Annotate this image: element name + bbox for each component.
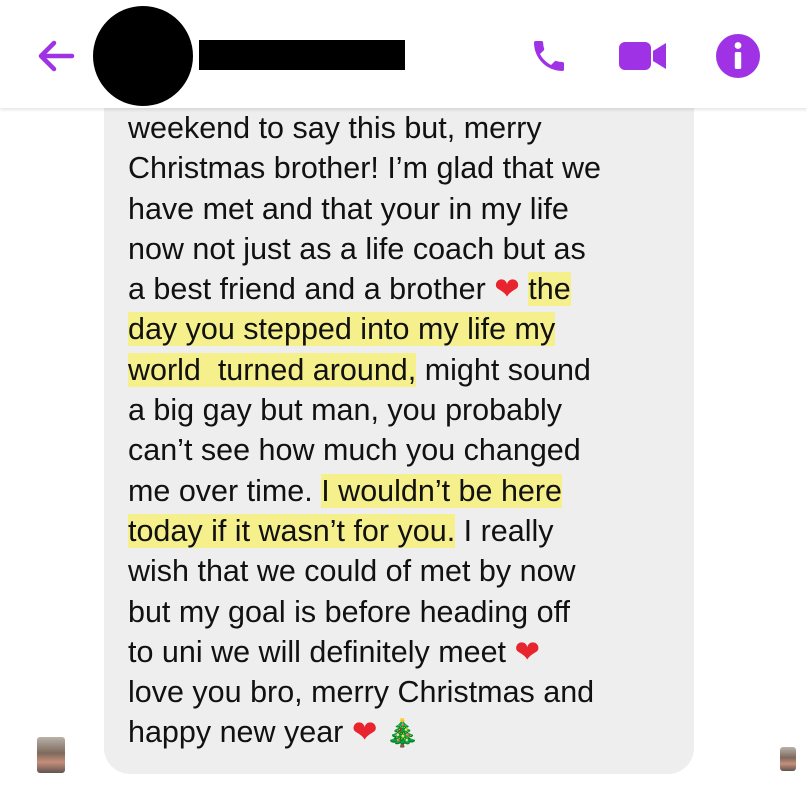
contact-avatar-redacted[interactable] xyxy=(93,6,193,106)
back-arrow-icon[interactable] xyxy=(34,34,78,78)
message-segment xyxy=(377,715,385,749)
message-text: weekend to say this but, merry Christmas… xyxy=(128,108,688,754)
video-camera-icon[interactable] xyxy=(617,38,669,74)
red-heart-icon: ❤ xyxy=(351,715,378,750)
info-icon[interactable] xyxy=(715,33,761,79)
red-heart-icon: ❤ xyxy=(494,272,520,307)
phone-icon[interactable] xyxy=(527,36,571,76)
red-heart-icon: ❤ xyxy=(514,634,541,669)
seen-receipt-avatar xyxy=(780,747,796,771)
christmas-tree-icon: 🎄 xyxy=(385,718,420,749)
sender-avatar-thumbnail[interactable] xyxy=(37,737,65,773)
chat-header xyxy=(0,0,807,108)
contact-name-redacted[interactable] xyxy=(199,40,405,70)
